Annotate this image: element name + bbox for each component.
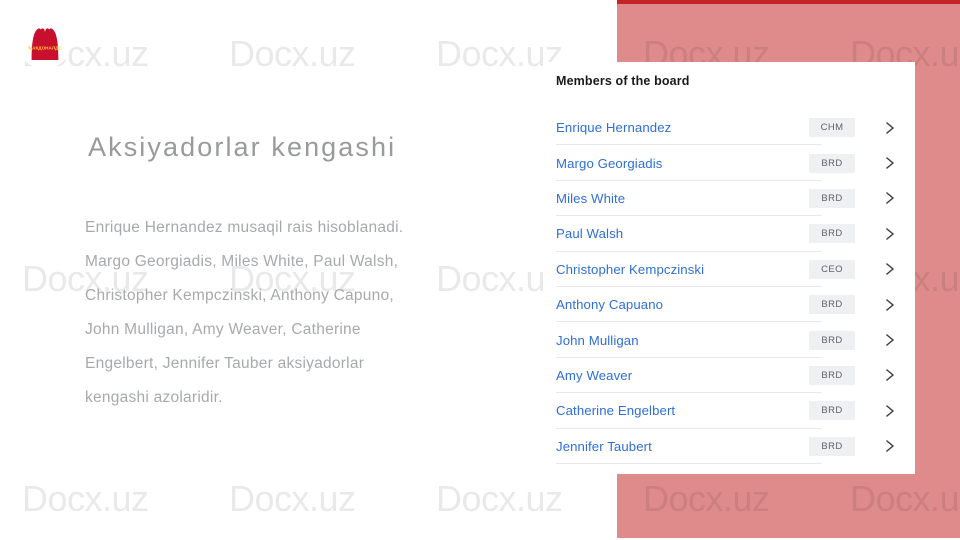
slide-body-line: kengashi azolaridir. <box>85 389 223 407</box>
member-role-badge: CHM <box>809 118 855 138</box>
mcdonalds-logo: МАКДОНАЛДС <box>18 16 71 69</box>
board-member-row[interactable]: Anthony Capuano BRD <box>556 287 915 323</box>
slide-body-line: Christopher Kempczinski, Anthony Capuno, <box>85 287 394 305</box>
watermark-text: Docx.uz <box>22 478 149 519</box>
board-member-row[interactable]: Paul Walsh BRD <box>556 216 915 252</box>
chevron-right-icon[interactable] <box>877 332 903 348</box>
watermark-text: Docx.uz <box>229 33 356 74</box>
member-name-link[interactable]: Christopher Kempczinski <box>556 262 704 277</box>
member-role-badge: BRD <box>809 188 855 208</box>
member-name-link[interactable]: Miles White <box>556 191 625 206</box>
golden-arches-icon <box>31 27 58 60</box>
member-name-link[interactable]: Enrique Hernandez <box>556 120 671 135</box>
watermark-text: Docx.uz <box>436 33 563 74</box>
member-role-badge: BRD <box>809 401 855 421</box>
chevron-right-icon[interactable] <box>877 403 903 419</box>
board-member-row[interactable]: Amy Weaver BRD <box>556 358 915 394</box>
page-title: Aksiyadorlar kengashi <box>88 132 397 162</box>
member-role-badge: CEO <box>809 259 855 279</box>
member-role-badge: BRD <box>809 224 855 244</box>
board-card-title: Members of the board <box>556 74 690 88</box>
member-role-badge: BRD <box>809 330 855 350</box>
slide-body-line: Enrique Hernandez musaqil rais hisoblana… <box>85 219 404 236</box>
member-role-badge: BRD <box>809 153 855 173</box>
board-member-row[interactable]: John Mulligan BRD <box>556 322 915 359</box>
member-name-link[interactable]: Paul Walsh <box>556 226 623 241</box>
chevron-right-icon[interactable] <box>877 120 903 136</box>
member-name-link[interactable]: Jennifer Taubert <box>556 439 652 454</box>
chevron-right-icon[interactable] <box>877 297 903 313</box>
member-name-link[interactable]: Amy Weaver <box>556 368 632 383</box>
chevron-right-icon[interactable] <box>877 226 903 242</box>
slide-body-line: Margo Georgiadis, Miles White, Paul Wals… <box>85 253 399 271</box>
watermark-text: Docx.uz <box>436 478 563 519</box>
logo-wordmark: МАКДОНАЛДС <box>28 45 62 50</box>
chevron-right-icon[interactable] <box>877 438 903 454</box>
slide-body-line: John Mulligan, Amy Weaver, Catherine <box>85 321 361 339</box>
board-members-list: Enrique Hernandez CHM Margo Georgiadis BRD M… <box>556 110 915 465</box>
board-members-card: Members of the board Enrique Hernandez CH… <box>546 62 915 474</box>
board-member-row[interactable]: Margo Georgiadis BRD <box>556 145 915 182</box>
board-member-row[interactable]: Jennifer Taubert BRD <box>556 429 915 465</box>
member-name-link[interactable]: John Mulligan <box>556 333 639 348</box>
member-role-badge: BRD <box>809 436 855 456</box>
member-role-badge: BRD <box>809 365 855 385</box>
member-name-link[interactable]: Anthony Capuano <box>556 297 663 312</box>
watermark-text: Docx.uz <box>850 478 960 519</box>
board-member-row[interactable]: Miles White BRD <box>556 181 915 217</box>
chevron-right-icon[interactable] <box>877 367 903 383</box>
board-member-row[interactable]: Catherine Engelbert BRD <box>556 393 915 429</box>
slide-canvas: Docx.uz Docx.uz Docx.uz Docx.uz Docx.uz Docx.… <box>0 0 960 540</box>
board-member-row[interactable]: Christopher Kempczinski CEO <box>556 252 915 288</box>
watermark-text: Docx.uz <box>229 478 356 519</box>
chevron-right-icon[interactable] <box>877 190 903 206</box>
board-member-row[interactable]: Enrique Hernandez CHM <box>556 110 915 146</box>
chevron-right-icon[interactable] <box>877 261 903 277</box>
chevron-right-icon[interactable] <box>877 155 903 171</box>
member-name-link[interactable]: Margo Georgiadis <box>556 156 662 171</box>
watermark-text: Docx.uz <box>643 478 770 519</box>
member-name-link[interactable]: Catherine Engelbert <box>556 403 675 418</box>
slide-body-line: Engelbert, Jennifer Tauber aksiyadorlar <box>85 355 365 373</box>
slide-body-text: Enrique Hernandez musaqil rais hisoblana… <box>85 211 515 416</box>
member-role-badge: BRD <box>809 295 855 315</box>
